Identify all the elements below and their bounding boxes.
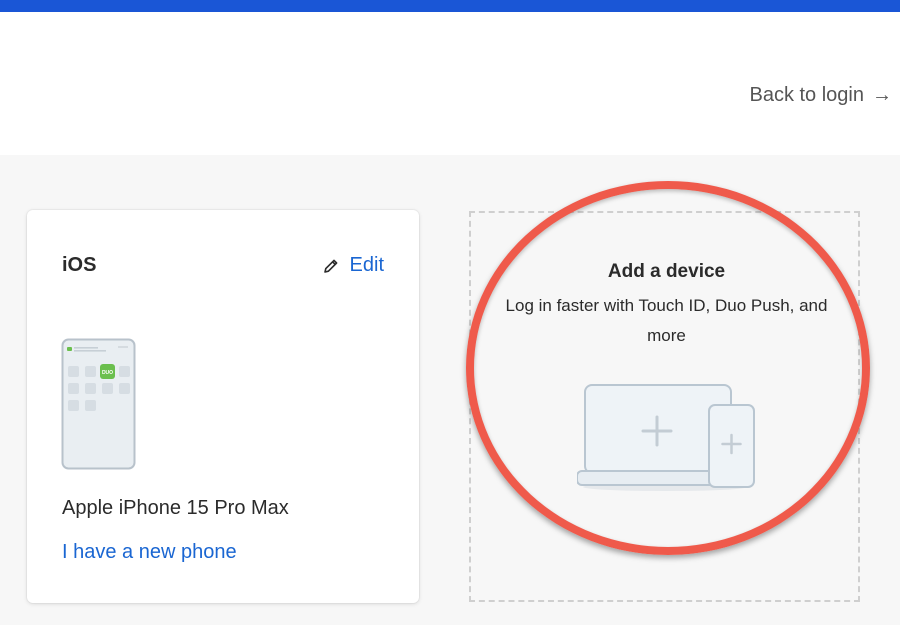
header: Back to login → <box>0 12 900 155</box>
new-phone-link[interactable]: I have a new phone <box>62 541 237 564</box>
back-to-login-link[interactable]: Back to login → <box>749 84 892 107</box>
add-device-card[interactable]: Add a device Log in faster with Touch ID… <box>469 211 860 602</box>
edit-label: Edit <box>349 254 384 276</box>
phone-illustration: DUO <box>61 338 136 470</box>
duo-app-badge: DUO <box>102 370 113 376</box>
pencil-icon <box>323 259 337 273</box>
edit-button[interactable]: Edit <box>322 254 384 277</box>
add-devices-illustration <box>577 384 755 491</box>
device-platform: iOS <box>62 254 97 276</box>
add-device-title: Add a device <box>607 261 726 282</box>
device-name: Apple iPhone 15 Pro Max <box>62 497 289 519</box>
add-device-description: Log in faster with Touch ID, Duo Push, a… <box>505 296 828 345</box>
arrow-right-icon: → <box>872 84 892 106</box>
device-card: iOS Edit DUO Apple iPhone 15 Pro Max I h… <box>27 210 419 603</box>
back-to-login-label: Back to login <box>749 84 864 106</box>
